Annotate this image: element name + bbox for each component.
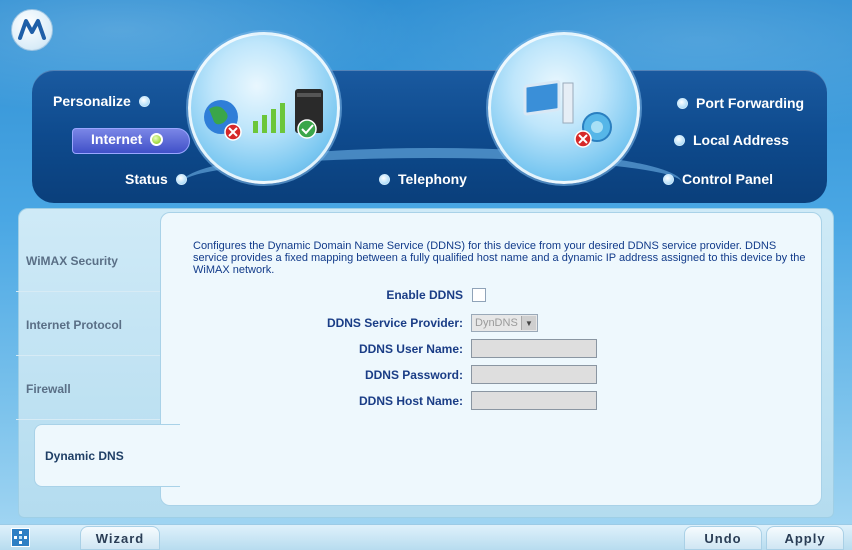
- devices-bubble: [488, 32, 640, 184]
- nav-control-panel[interactable]: Control Panel: [663, 171, 773, 187]
- sidebar-item-internet-protocol[interactable]: Internet Protocol: [16, 294, 160, 356]
- sidebar-item-label: Internet Protocol: [26, 317, 123, 332]
- nav-status[interactable]: Status: [125, 171, 187, 187]
- motorola-logo-icon: [11, 9, 53, 51]
- nav-personalize-label: Personalize: [53, 93, 131, 109]
- sidebar-item-label: Firewall: [26, 381, 71, 396]
- computer-phone-icon: [523, 80, 612, 148]
- nav-telephony-dot-icon: [379, 173, 390, 185]
- sidebar-item-label: WiMAX Security: [26, 253, 118, 268]
- apply-button[interactable]: Apply: [766, 526, 844, 550]
- sidebar-item-dynamic-dns[interactable]: Dynamic DNS: [34, 424, 180, 487]
- enable-ddns-label: Enable DDNS: [386, 288, 463, 302]
- nav-internet-active-dot-icon: [150, 132, 164, 146]
- sitemap-icon[interactable]: [11, 528, 30, 547]
- nav-port-forwarding[interactable]: Port Forwarding: [677, 95, 804, 111]
- nav-local-address[interactable]: Local Address: [674, 132, 789, 148]
- ddns-provider-select[interactable]: DynDNS ▼: [471, 314, 538, 332]
- nav-local-address-label: Local Address: [693, 132, 789, 148]
- nav-telephony[interactable]: Telephony: [379, 171, 467, 187]
- ddns-password-input[interactable]: [471, 365, 597, 384]
- nav-telephony-label: Telephony: [398, 171, 467, 187]
- ddns-hostname-input[interactable]: [471, 391, 597, 410]
- sidebar-item-label: Dynamic DNS: [45, 448, 124, 463]
- nav-control-panel-dot-icon: [663, 173, 674, 185]
- ddns-provider-label: DDNS Service Provider:: [326, 316, 463, 330]
- sidebar-item-firewall[interactable]: Firewall: [16, 358, 160, 420]
- wizard-button[interactable]: Wizard: [80, 526, 160, 550]
- undo-button[interactable]: Undo: [684, 526, 762, 550]
- nav-internet-label: Internet: [91, 131, 143, 147]
- chevron-down-icon: ▼: [521, 316, 536, 330]
- globe-network-icon: [204, 89, 323, 141]
- nav-port-forwarding-label: Port Forwarding: [696, 95, 805, 111]
- nav-status-dot-icon: [175, 173, 187, 185]
- nav-internet[interactable]: Internet: [91, 131, 164, 147]
- nav-control-panel-label: Control Panel: [682, 171, 774, 187]
- nav-status-label: Status: [125, 171, 168, 187]
- nav-personalize[interactable]: Personalize: [53, 93, 150, 109]
- ddns-username-input[interactable]: [471, 339, 597, 358]
- ddns-password-label: DDNS Password:: [364, 367, 463, 382]
- ddns-description: Configures the Dynamic Domain Name Servi…: [193, 240, 806, 276]
- sidebar-item-wimax-security[interactable]: WiMAX Security: [16, 230, 160, 292]
- enable-ddns-checkbox[interactable]: [472, 288, 486, 302]
- ddns-provider-value: DynDNS: [475, 317, 518, 329]
- ddns-hostname-label: DDNS Host Name:: [358, 393, 463, 408]
- nav-local-address-dot-icon: [674, 134, 685, 146]
- nav-personalize-dot-icon: [138, 95, 150, 107]
- ddns-username-label: DDNS User Name:: [358, 341, 463, 356]
- internet-status-bubble: [188, 32, 340, 184]
- nav-port-forwarding-dot-icon: [677, 97, 688, 109]
